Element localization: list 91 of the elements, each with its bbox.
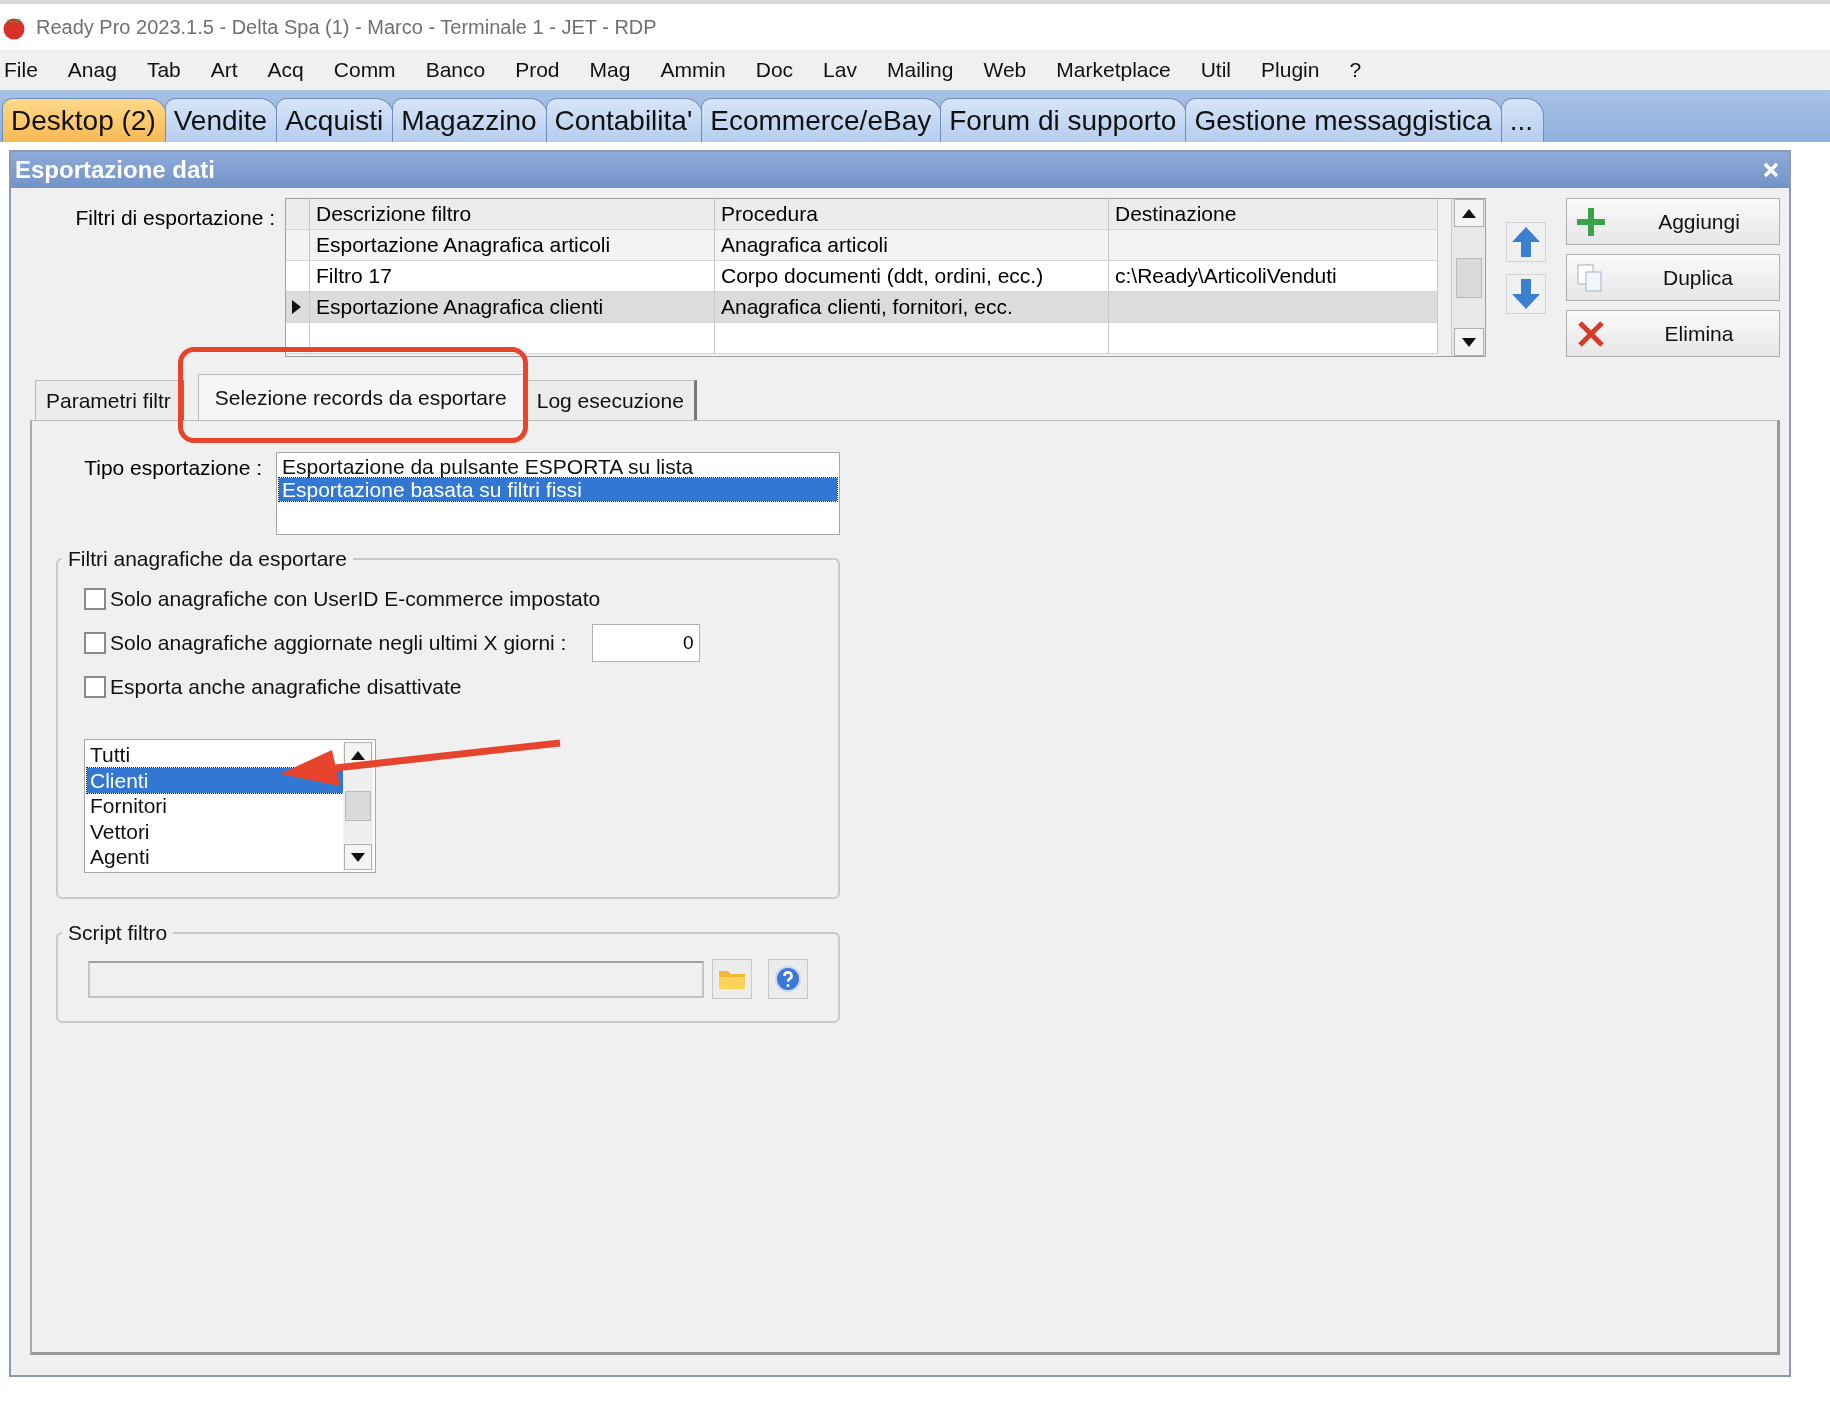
menu-item[interactable]: Acq: [267, 58, 304, 82]
table-cell: Filtro 17: [310, 261, 715, 292]
panel-tab[interactable]: Selezione records da esportare: [197, 374, 526, 420]
menu-item[interactable]: Anag: [67, 58, 117, 82]
filters-label: Filtri di esportazione :: [74, 205, 276, 231]
help-icon: [775, 966, 801, 992]
app-tab[interactable]: Forum di supporto: [940, 98, 1188, 142]
move-down-button[interactable]: [1506, 274, 1546, 314]
menu-item[interactable]: Prod: [515, 58, 560, 82]
checkbox[interactable]: [84, 588, 106, 610]
menu-item[interactable]: ?: [1349, 58, 1362, 82]
export-type-list[interactable]: Esportazione da pulsante ESPORTA su lista Esportazione basata su filtri fissi: [276, 452, 840, 535]
table-cell: c:\Ready\ArticoliVenduti: [1109, 261, 1438, 292]
panel-tab[interactable]: Log esecuzione: [525, 380, 697, 420]
menu-item[interactable]: Util: [1200, 58, 1232, 82]
row-indicator-cell[interactable]: [286, 292, 310, 323]
list-option[interactable]: Esportazione basata su filtri fissi: [279, 478, 837, 501]
table-cell: Anagrafica articoli: [715, 230, 1109, 261]
menu-item[interactable]: Comm: [333, 58, 396, 82]
menu-item[interactable]: Marketplace: [1056, 58, 1171, 82]
app-tab[interactable]: Ecommerce/eBay: [701, 98, 943, 142]
group-title: Filtri anagrafiche da esportare: [67, 547, 348, 571]
plus-icon: [1577, 207, 1605, 236]
scroll-up-button[interactable]: [1453, 199, 1484, 227]
delete-button[interactable]: Elimina: [1566, 310, 1780, 357]
checkbox[interactable]: [84, 632, 106, 654]
days-input-field[interactable]: 0: [592, 624, 701, 662]
help-button[interactable]: [768, 959, 808, 999]
row-indicator-cell[interactable]: [286, 261, 310, 292]
app-tab[interactable]: ...: [1500, 98, 1545, 142]
app-tab[interactable]: Acquisti: [276, 98, 395, 142]
list-scrollbar[interactable]: [343, 742, 373, 870]
checkbox-label: Esporta anche anagrafiche disattivate: [110, 675, 462, 699]
menu-item[interactable]: Mailing: [886, 58, 954, 82]
list-option[interactable]: Vettori: [87, 818, 343, 844]
row-indicator-cell[interactable]: [286, 230, 310, 261]
down-arrow-icon: [1512, 279, 1540, 309]
column-header[interactable]: Descrizione filtro: [310, 199, 715, 230]
export-type-label: Tipo esportazione :: [83, 455, 262, 480]
column-header[interactable]: Destinazione: [1109, 199, 1438, 230]
menu-item[interactable]: Web: [983, 58, 1027, 82]
registry-type-list[interactable]: Tutti Clienti Fornitori Vettori Agenti: [84, 739, 376, 873]
checkbox-label: Solo anagrafiche con UserID E-commerce impostato: [110, 587, 601, 611]
scroll-down-button[interactable]: [1453, 328, 1484, 356]
table-cell: Esportazione Anagrafica articoli: [310, 230, 715, 261]
menu-item[interactable]: Lav: [823, 58, 857, 82]
table-cell: Corpo documenti (ddt, ordini, ecc.): [715, 261, 1109, 292]
app-tab[interactable]: Magazzino: [392, 98, 548, 142]
copy-icon: [1577, 263, 1603, 292]
list-option[interactable]: Esportazione da pulsante ESPORTA su lista: [279, 455, 837, 478]
move-up-button[interactable]: [1506, 222, 1546, 262]
add-button[interactable]: Aggiungi: [1566, 198, 1780, 245]
duplicate-button[interactable]: Duplica: [1566, 254, 1780, 301]
menu-item[interactable]: Mag: [589, 58, 631, 82]
scroll-down-button[interactable]: [344, 844, 372, 870]
script-path-field[interactable]: [88, 960, 704, 998]
checkbox-label: Solo anagrafiche aggiornate negli ultimi X giorni :: [110, 631, 567, 655]
column-header[interactable]: Procedura: [715, 199, 1109, 230]
menu-item[interactable]: Art: [210, 58, 238, 82]
window-title: Ready Pro 2023.1.5 - Delta Spa (1) - Marco - Terminale 1 - JET - RDP: [36, 15, 657, 39]
vertical-scrollbar[interactable]: [1451, 199, 1485, 356]
app-tab[interactable]: Desktop (2): [2, 98, 167, 142]
menu-item[interactable]: Doc: [755, 58, 794, 82]
app-tab[interactable]: Contabilita': [545, 98, 704, 142]
down-triangle-icon: [351, 852, 365, 862]
menu-item[interactable]: Tab: [146, 58, 181, 82]
checkbox[interactable]: [84, 676, 106, 698]
list-option[interactable]: Tutti: [87, 742, 343, 768]
x-icon: [1577, 319, 1605, 348]
panel-tab[interactable]: Parametri filtr: [35, 380, 184, 420]
list-option[interactable]: Fornitori: [87, 793, 343, 819]
app-tab[interactable]: Gestione messaggistica: [1185, 98, 1503, 142]
down-triangle-icon: [1461, 337, 1476, 347]
menu-item[interactable]: Plugin: [1261, 58, 1320, 82]
scroll-thumb[interactable]: [345, 791, 371, 821]
table-cell: Anagrafica clienti, fornitori, ecc.: [715, 292, 1109, 323]
menu-item[interactable]: Banco: [425, 58, 486, 82]
list-option[interactable]: Agenti: [87, 844, 343, 870]
menu-item[interactable]: File: [4, 58, 38, 82]
menu-item[interactable]: Ammin: [660, 58, 726, 82]
scroll-thumb[interactable]: [1455, 257, 1482, 298]
up-triangle-icon: [351, 750, 365, 760]
app-tab[interactable]: Vendite: [164, 98, 279, 142]
row-pointer-icon: [292, 300, 301, 314]
table-cell: Esportazione Anagrafica clienti: [310, 292, 715, 323]
folder-icon: [718, 968, 746, 990]
dialog-title: Esportazione dati: [15, 156, 216, 184]
up-triangle-icon: [1461, 208, 1476, 218]
close-icon[interactable]: [1763, 162, 1779, 178]
group-title: Script filtro: [67, 921, 169, 945]
up-arrow-icon: [1512, 227, 1540, 257]
